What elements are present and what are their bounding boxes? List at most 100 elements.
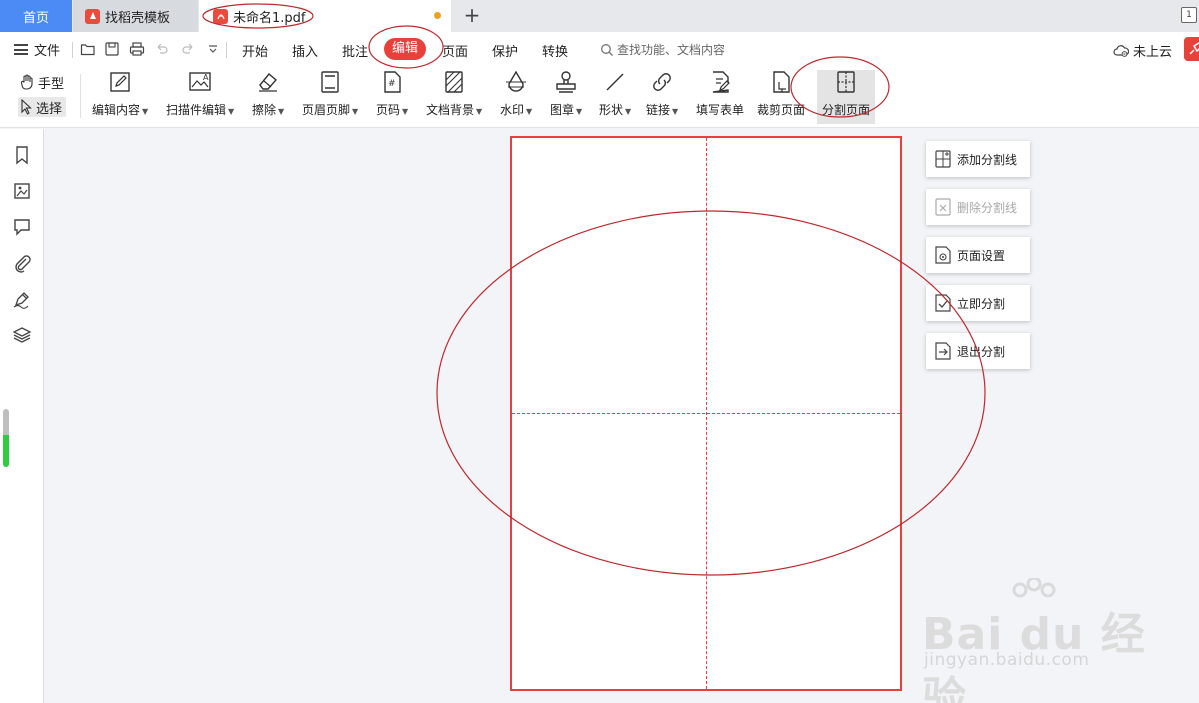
menu-item-annotate[interactable]: 批注 bbox=[342, 41, 368, 60]
save-icon[interactable] bbox=[104, 41, 120, 57]
watermark-label: 水印 bbox=[500, 103, 525, 117]
baidu-jingyan-watermark: Bai du 经验 jingyan.baidu.com bbox=[918, 578, 1158, 703]
menu-item-edit[interactable]: 编辑 bbox=[384, 38, 426, 60]
dropdown-caret-icon[interactable]: ▼ bbox=[526, 107, 532, 116]
sidebar-scrollbar[interactable] bbox=[3, 409, 9, 467]
file-menu-button[interactable]: 文件 bbox=[14, 40, 60, 59]
watermark-icon bbox=[506, 70, 527, 92]
comment-icon[interactable] bbox=[12, 217, 32, 237]
shape-button[interactable]: 形状 ▼ bbox=[599, 70, 631, 124]
exit-split-icon bbox=[935, 342, 951, 360]
page-settings-icon bbox=[935, 246, 951, 264]
menu-item-convert[interactable]: 转换 bbox=[542, 41, 568, 60]
divider bbox=[72, 42, 73, 58]
svg-text:#: # bbox=[388, 79, 396, 89]
bookmark-icon[interactable] bbox=[12, 145, 32, 165]
dropdown-caret-icon[interactable]: ▼ bbox=[672, 107, 678, 116]
cursor-icon bbox=[21, 99, 32, 115]
dropdown-caret-icon[interactable]: ▼ bbox=[625, 107, 631, 116]
dropdown-caret-icon[interactable]: ▼ bbox=[352, 107, 358, 116]
watermark-button[interactable]: 水印 ▼ bbox=[500, 70, 532, 124]
divider bbox=[80, 74, 81, 118]
stamp-label: 图章 bbox=[550, 103, 575, 117]
left-sidebar bbox=[0, 129, 44, 703]
add-split-line-label: 添加分割线 bbox=[957, 152, 1018, 167]
svg-text:A: A bbox=[203, 73, 209, 82]
scan-edit-button[interactable]: A 扫描件编辑 ▼ bbox=[166, 70, 234, 124]
menu-item-insert[interactable]: 插入 bbox=[292, 41, 318, 60]
page-number-label: 页码 bbox=[376, 103, 401, 117]
dropdown-caret-icon[interactable]: ▼ bbox=[228, 107, 234, 116]
delete-split-line-button[interactable]: 删除分割线 bbox=[926, 189, 1030, 225]
split-now-button[interactable]: 立即分割 bbox=[926, 285, 1030, 321]
tab-document[interactable]: 未命名1.pdf bbox=[199, 0, 451, 32]
document-background-label: 文档背景 bbox=[426, 103, 475, 117]
header-footer-button[interactable]: 页眉页脚 ▼ bbox=[302, 70, 358, 124]
delete-split-line-label: 删除分割线 bbox=[957, 200, 1018, 215]
print-icon[interactable] bbox=[129, 41, 145, 57]
tab-document-label: 未命名1.pdf bbox=[233, 10, 306, 26]
hand-icon bbox=[20, 74, 33, 90]
cloud-status-label: 未上云 bbox=[1133, 45, 1173, 60]
share-icon bbox=[1189, 42, 1199, 55]
thumbnail-icon[interactable] bbox=[12, 181, 32, 201]
hand-tool-button[interactable]: 手型 bbox=[18, 72, 68, 92]
tab-home[interactable]: 首页 bbox=[0, 0, 72, 32]
eraser-icon bbox=[259, 73, 278, 92]
fill-form-icon bbox=[712, 71, 730, 93]
menu-item-page[interactable]: 页面 bbox=[442, 41, 468, 60]
add-split-line-button[interactable]: 添加分割线 bbox=[926, 141, 1030, 177]
customize-toolbar-icon[interactable] bbox=[205, 41, 221, 57]
dropdown-caret-icon[interactable]: ▼ bbox=[476, 107, 482, 116]
edit-content-button[interactable]: 编辑内容 ▼ bbox=[92, 70, 148, 124]
stamp-button[interactable]: 图章 ▼ bbox=[550, 70, 582, 124]
fill-form-button[interactable]: 填写表单 bbox=[696, 70, 744, 124]
split-now-icon bbox=[935, 294, 951, 312]
pdf-file-icon bbox=[213, 8, 228, 24]
page-settings-button[interactable]: 页面设置 bbox=[926, 237, 1030, 273]
menu-bar: 文件 开始 插入 批注 编辑 页面 保护 转换 查找功能、文档内容 未上云 bbox=[0, 32, 1199, 66]
link-label: 链接 bbox=[646, 103, 671, 117]
pdf-page[interactable] bbox=[510, 136, 902, 691]
layers-icon[interactable] bbox=[12, 325, 32, 345]
attachment-icon[interactable] bbox=[12, 253, 32, 273]
file-menu-label: 文件 bbox=[34, 44, 61, 59]
eraser-button[interactable]: 擦除 ▼ bbox=[252, 70, 284, 124]
dropdown-caret-icon[interactable]: ▼ bbox=[576, 107, 582, 116]
crop-page-icon bbox=[773, 71, 790, 93]
dropdown-caret-icon[interactable]: ▼ bbox=[142, 107, 148, 116]
split-page-button[interactable]: 分割页面 bbox=[817, 70, 875, 124]
search-input[interactable]: 查找功能、文档内容 bbox=[600, 41, 725, 58]
hamburger-icon bbox=[14, 44, 28, 55]
crop-page-button[interactable]: 裁剪页面 bbox=[757, 70, 805, 124]
dropdown-caret-icon[interactable]: ▼ bbox=[402, 107, 408, 116]
redo-icon[interactable] bbox=[180, 41, 196, 57]
document-background-button[interactable]: 文档背景 ▼ bbox=[426, 70, 482, 124]
search-placeholder: 查找功能、文档内容 bbox=[617, 43, 726, 57]
dropdown-caret-icon[interactable]: ▼ bbox=[278, 107, 284, 116]
signature-icon[interactable] bbox=[12, 289, 32, 309]
cloud-status-button[interactable]: 未上云 bbox=[1113, 41, 1172, 60]
new-tab-button[interactable]: + bbox=[460, 4, 484, 28]
edit-content-icon bbox=[110, 72, 130, 92]
shape-icon bbox=[606, 73, 624, 91]
scan-edit-icon: A bbox=[189, 72, 211, 91]
crop-page-label: 裁剪页面 bbox=[757, 103, 806, 117]
horizontal-split-line[interactable] bbox=[512, 413, 900, 414]
page-number-button[interactable]: # 页码 ▼ bbox=[376, 70, 408, 124]
link-button[interactable]: 链接 ▼ bbox=[646, 70, 678, 124]
tab-home-label: 首页 bbox=[22, 10, 49, 26]
share-button[interactable] bbox=[1184, 37, 1199, 61]
tab-template[interactable]: 找稻壳模板 bbox=[73, 0, 198, 32]
menu-item-protect[interactable]: 保护 bbox=[492, 41, 518, 60]
window-count-button[interactable]: 1 bbox=[1181, 7, 1197, 23]
page-settings-label: 页面设置 bbox=[957, 248, 1006, 263]
select-tool-button[interactable]: 选择 bbox=[18, 97, 67, 117]
open-folder-icon[interactable] bbox=[80, 41, 96, 57]
undo-icon[interactable] bbox=[154, 41, 170, 57]
menu-item-start[interactable]: 开始 bbox=[242, 41, 268, 60]
scan-edit-label: 扫描件编辑 bbox=[166, 103, 227, 117]
stamp-icon bbox=[556, 71, 576, 93]
eraser-label: 擦除 bbox=[252, 103, 277, 117]
exit-split-button[interactable]: 退出分割 bbox=[926, 333, 1030, 369]
